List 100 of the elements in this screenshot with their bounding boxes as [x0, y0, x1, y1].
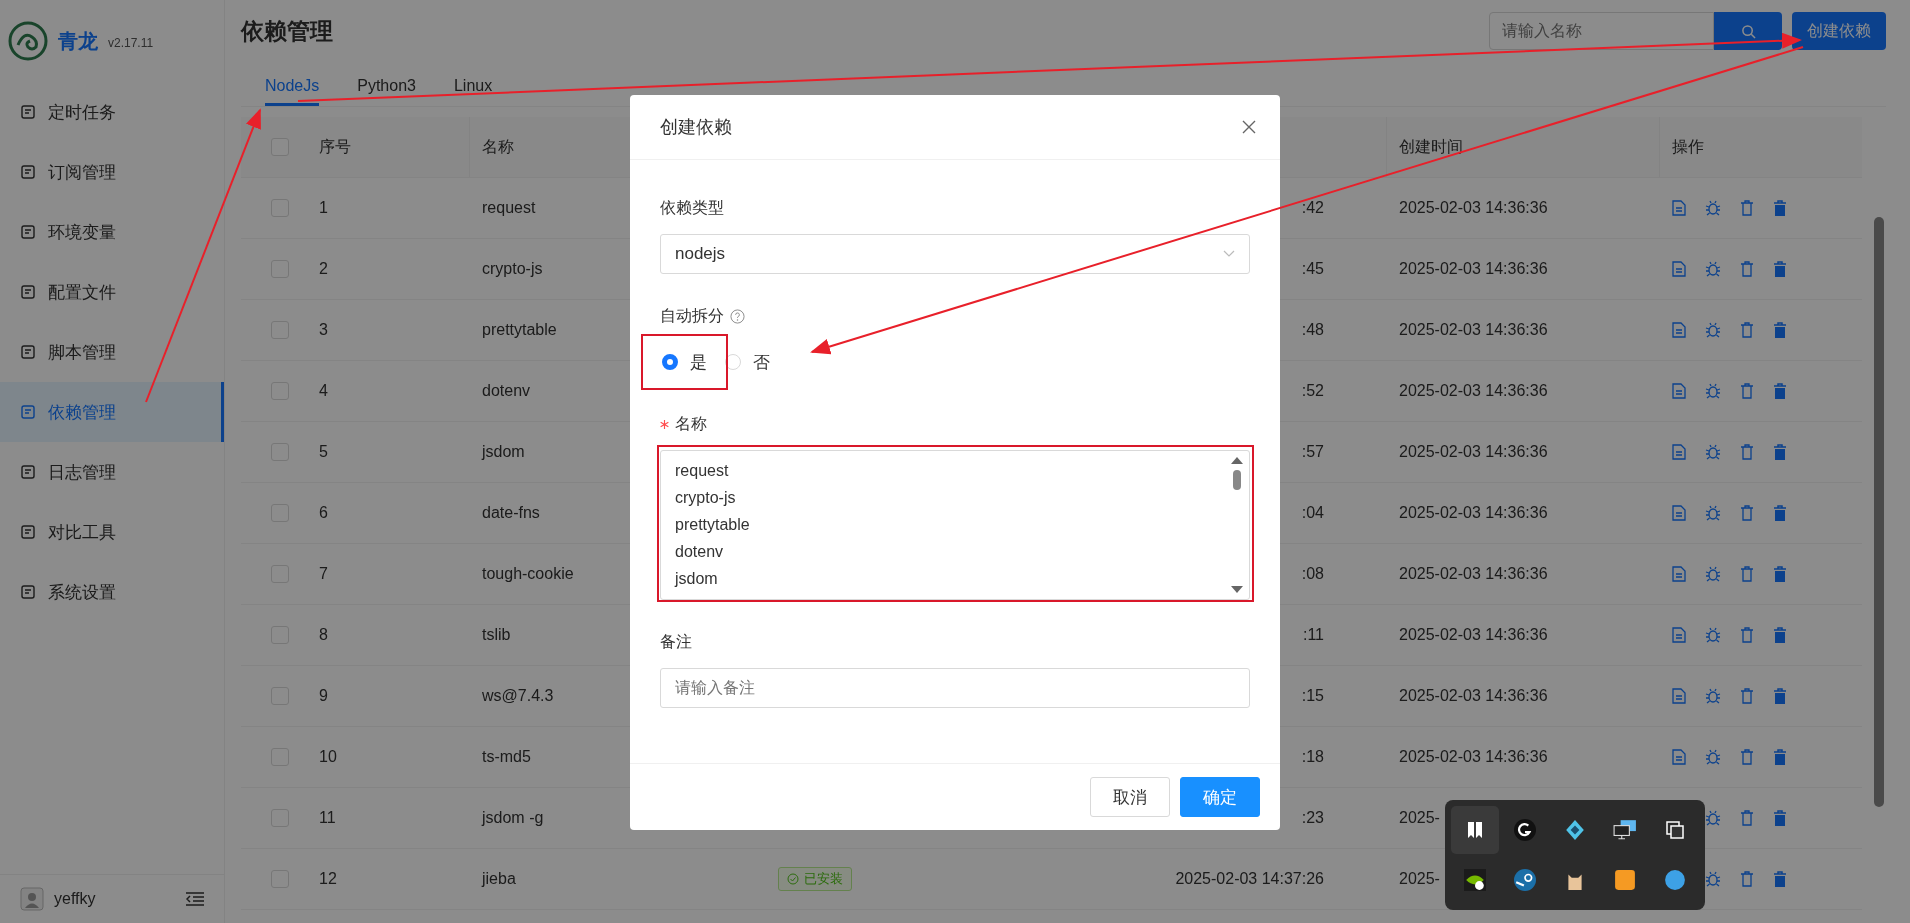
trash-icon[interactable]: [1740, 261, 1754, 277]
delete-icon[interactable]: [1773, 505, 1787, 521]
document-icon[interactable]: [1672, 688, 1686, 704]
collapse-menu-icon[interactable]: [186, 892, 204, 906]
delete-icon[interactable]: [1773, 200, 1787, 216]
select-field[interactable]: nodejs: [660, 234, 1250, 274]
sidebar-item[interactable]: 环境变量: [0, 202, 224, 262]
menu-item-icon: [20, 224, 36, 240]
document-icon[interactable]: [1672, 383, 1686, 399]
bug-icon[interactable]: [1705, 810, 1721, 826]
sidebar-item[interactable]: 配置文件: [0, 262, 224, 322]
radio-button[interactable]: [662, 354, 678, 370]
trash-icon[interactable]: [1740, 444, 1754, 460]
sidebar-item[interactable]: 脚本管理: [0, 322, 224, 382]
document-icon[interactable]: [1672, 444, 1686, 460]
table-cell: 2025-02-03 14:36:36: [1399, 321, 1548, 339]
text-area[interactable]: request crypto-js prettytable dotenv jsdom: [660, 450, 1250, 600]
table-cell: 2025-: [1399, 809, 1440, 827]
delete-icon[interactable]: [1773, 322, 1787, 338]
delete-icon[interactable]: [1773, 810, 1787, 826]
delete-icon[interactable]: [1773, 566, 1787, 582]
table-cell: 2025-02-03 14:36:36: [1399, 687, 1548, 705]
bookmark-icon[interactable]: [1451, 806, 1499, 854]
document-icon[interactable]: [1672, 200, 1686, 216]
sidebar-item[interactable]: 订阅管理: [0, 142, 224, 202]
tab[interactable]: Linux: [453, 77, 493, 106]
bug-icon[interactable]: [1705, 383, 1721, 399]
sidebar-item[interactable]: 依赖管理: [0, 382, 224, 442]
table-cell: 2025-02-03 14:36:36: [1399, 565, 1548, 583]
bug-icon[interactable]: [1705, 627, 1721, 643]
trash-icon[interactable]: [1740, 383, 1754, 399]
trash-icon[interactable]: [1740, 566, 1754, 582]
trash-icon[interactable]: [1740, 810, 1754, 826]
bug-icon[interactable]: [1705, 444, 1721, 460]
radio-option[interactable]: 是: [662, 350, 707, 374]
create-button[interactable]: 创建依赖: [1792, 12, 1886, 50]
bug-icon[interactable]: [1705, 505, 1721, 521]
search-field[interactable]: 请输入名称: [1489, 12, 1714, 50]
radio-option[interactable]: 否: [725, 350, 770, 374]
delete-icon[interactable]: [1773, 749, 1787, 765]
trash-icon[interactable]: [1740, 688, 1754, 704]
bug-icon[interactable]: [1705, 261, 1721, 277]
table-cell: 11: [319, 809, 336, 827]
delete-icon[interactable]: [1773, 383, 1787, 399]
sidebar-item[interactable]: 系统设置: [0, 562, 224, 622]
table-cell: 3: [319, 321, 328, 339]
sidebar-item[interactable]: 定时任务: [0, 82, 224, 142]
dialog-button[interactable]: 确定: [1180, 777, 1260, 817]
dialog-button[interactable]: 取消: [1090, 777, 1170, 817]
close-icon[interactable]: [1242, 120, 1256, 134]
chevron-down-icon: [1223, 250, 1235, 258]
document-icon[interactable]: [1672, 261, 1686, 277]
bug-icon[interactable]: [1705, 749, 1721, 765]
document-icon[interactable]: [1672, 749, 1686, 765]
table-cell: tslib: [482, 626, 511, 644]
document-icon[interactable]: [1672, 322, 1686, 338]
delete-icon[interactable]: [1773, 688, 1787, 704]
document-icon[interactable]: [1672, 566, 1686, 582]
trash-icon[interactable]: [1740, 200, 1754, 216]
bug-icon[interactable]: [1705, 871, 1721, 887]
app-version: v2.17.11: [108, 36, 154, 50]
delete-icon[interactable]: [1773, 871, 1787, 887]
help-icon[interactable]: [730, 308, 745, 324]
trash-icon[interactable]: [1740, 749, 1754, 765]
trash-icon[interactable]: [1740, 322, 1754, 338]
menu-item-icon: [20, 524, 36, 540]
trash-icon[interactable]: [1740, 627, 1754, 643]
tab[interactable]: Python3: [357, 77, 416, 106]
bug-icon[interactable]: [1705, 688, 1721, 704]
table-cell: 2025-02-03 14:36:36: [1399, 199, 1548, 217]
sidebar-item[interactable]: 对比工具: [0, 502, 224, 562]
input-field[interactable]: 请输入备注: [660, 668, 1250, 708]
table-cell: prettytable: [482, 321, 557, 339]
delete-icon[interactable]: [1773, 627, 1787, 643]
bug-icon[interactable]: [1705, 566, 1721, 582]
sidebar-item[interactable]: 日志管理: [0, 442, 224, 502]
delete-icon[interactable]: [1773, 444, 1787, 460]
field-label: 依赖类型: [660, 197, 724, 218]
delete-icon[interactable]: [1773, 261, 1787, 277]
bug-icon[interactable]: [1705, 200, 1721, 216]
trash-icon[interactable]: [1740, 505, 1754, 521]
dialog-title: 创建依赖: [660, 116, 732, 139]
app-name: 青龙: [58, 28, 98, 54]
document-icon[interactable]: [1672, 505, 1686, 521]
table-cell: 2025-02-03 14:36:36: [1399, 504, 1548, 522]
table-cell: :42: [1301, 199, 1324, 217]
trash-icon[interactable]: [1740, 871, 1754, 887]
tab[interactable]: NodeJs: [265, 77, 320, 106]
table-cell: :04: [1301, 504, 1324, 522]
document-icon[interactable]: [1672, 627, 1686, 643]
table-cell: 2025-02-03 14:36:36: [1399, 626, 1548, 644]
table-cell: :52: [1301, 382, 1324, 400]
table-cell: 4: [319, 382, 328, 400]
table-cell: :15: [1301, 687, 1324, 705]
search-button[interactable]: [1714, 12, 1782, 50]
radio-label: 是: [690, 351, 707, 374]
menu-item-icon: [20, 464, 36, 480]
bug-icon[interactable]: [1705, 322, 1721, 338]
table-cell: ts-md5: [482, 748, 531, 766]
menu-item-icon: [20, 104, 36, 120]
